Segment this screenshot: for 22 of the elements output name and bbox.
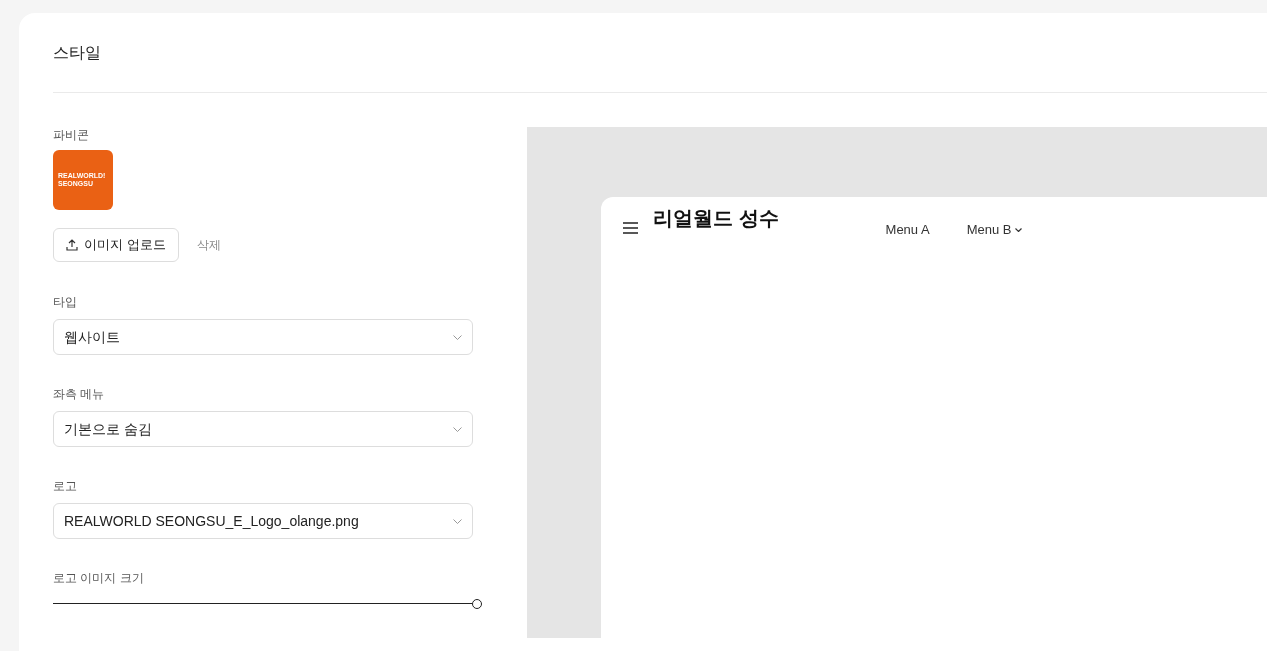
field-label: 파비콘 [53,127,90,143]
slider-track[interactable] [53,599,482,609]
dropdown-field[interactable]: 웹사이트 [53,319,473,355]
chevron-down-icon [453,426,462,432]
site-title: 리얼월드 성수 [653,206,779,231]
menu-icon[interactable] [623,222,638,234]
chevron-down-icon [1015,227,1023,232]
dropdown-field[interactable]: 기본으로 숨김 [53,411,473,447]
chevron-down-icon [453,518,462,524]
upload-icon [66,239,78,251]
field-label: 로고 [53,478,78,494]
nav-menu-link[interactable]: Menu B [966,220,1023,240]
upload-image-button[interactable]: 이미지 업로드 [53,228,179,262]
chevron-down-icon [453,334,462,340]
field-label: 좌측 메뉴 [53,386,106,402]
page-title: 스타일 [53,43,102,63]
slider-thumb[interactable] [472,599,482,609]
nav-menu-link[interactable]: Menu A [885,220,930,240]
field-label: 로고 이미지 크기 [53,570,145,586]
dropdown-field[interactable]: REALWORLD SEONGSU_E_Logo_olange.png [53,503,473,539]
field-label: 타입 [53,294,78,310]
delete-button[interactable]: 삭제 [196,236,221,254]
